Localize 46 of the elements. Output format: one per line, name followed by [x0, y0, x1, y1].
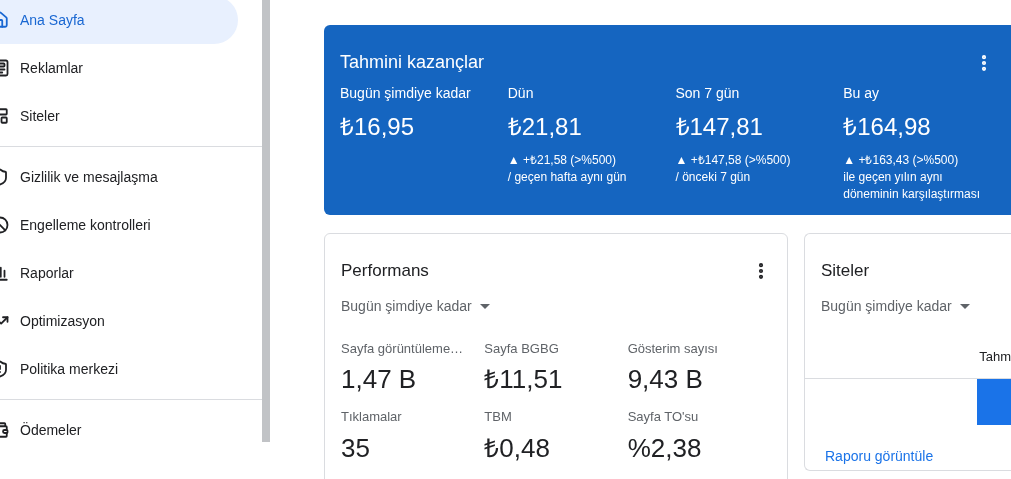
caret-icon — [959, 303, 970, 309]
sidebar-item[interactable]: Politika merkezi — [0, 345, 238, 393]
stat-change: ▲ +₺163,43 (>%500) — [843, 152, 960, 169]
stat-comparison: / önceki 7 gün — [675, 169, 752, 186]
column-header: Tahm — [979, 347, 1011, 366]
bar — [977, 379, 1011, 425]
stat-value: ₺16,95 — [340, 112, 416, 142]
stat-value: ₺21,81 — [507, 112, 583, 142]
metric-label: TBM — [484, 408, 513, 426]
sidebar-item[interactable]: Gizlilik ve mesajlaşma — [0, 153, 238, 201]
sidebar-item[interactable]: Reklamlar — [0, 44, 238, 92]
stat-label: Bugün şimdiye kadar — [340, 84, 472, 103]
metric-label: Tıklamalar — [341, 408, 403, 426]
period-dropdown[interactable]: Bugün şimdiye kadar — [821, 295, 970, 317]
stat-value: ₺147,81 — [675, 112, 764, 142]
sidebar-item[interactable]: Ödemeler — [0, 406, 238, 454]
metric-value: ₺0,48 — [484, 431, 551, 465]
stat-label: Bu ay — [843, 84, 881, 103]
metric-label: Gösterim sayısı — [627, 339, 719, 358]
stat-label: Son 7 gün — [675, 84, 741, 103]
view-report-link[interactable]: Raporu görüntüle — [825, 446, 1011, 467]
metric-value: 35 — [341, 431, 371, 465]
caret-icon — [479, 303, 490, 309]
card-title: Tahmini kazançlar — [340, 51, 485, 74]
stat-value: ₺164,98 — [843, 112, 932, 142]
metric-value: 9,43 B — [627, 363, 704, 396]
metric-label: Sayfa TO'su — [627, 408, 700, 426]
card-title: Siteler — [820, 260, 871, 282]
metric-value: 1,47 B — [341, 363, 418, 396]
sidebar-item[interactable]: Ana Sayfa — [0, 0, 238, 44]
card-title: Performans — [341, 260, 429, 282]
metric-label: Sayfa BGBG — [484, 339, 560, 358]
metric-value: %2,38 — [627, 431, 703, 465]
stat-change: ▲ +₺147,58 (>%500) — [675, 152, 792, 169]
stat-comparison: ile geçen yılın aynı döneminin karşılaştırması — [843, 169, 981, 203]
stat-label: Dün — [507, 84, 535, 103]
metric-value: ₺11,51 — [484, 363, 564, 396]
metric-label: Sayfa görüntüleme… — [341, 339, 465, 358]
sidebar-item[interactable]: Optimizasyon — [0, 297, 238, 345]
stat-comparison: / geçen hafta aynı gün — [507, 169, 628, 186]
stat-change: ▲ +₺21,58 (>%500) — [507, 152, 618, 169]
sidebar-item[interactable]: Raporlar — [0, 249, 238, 297]
scrollbar[interactable] — [262, 0, 270, 442]
sidebar-item[interactable]: Engelleme kontrolleri — [0, 201, 238, 249]
period-dropdown[interactable]: Bugün şimdiye kadar — [341, 295, 490, 317]
sidebar-item[interactable]: Siteler — [0, 92, 238, 140]
